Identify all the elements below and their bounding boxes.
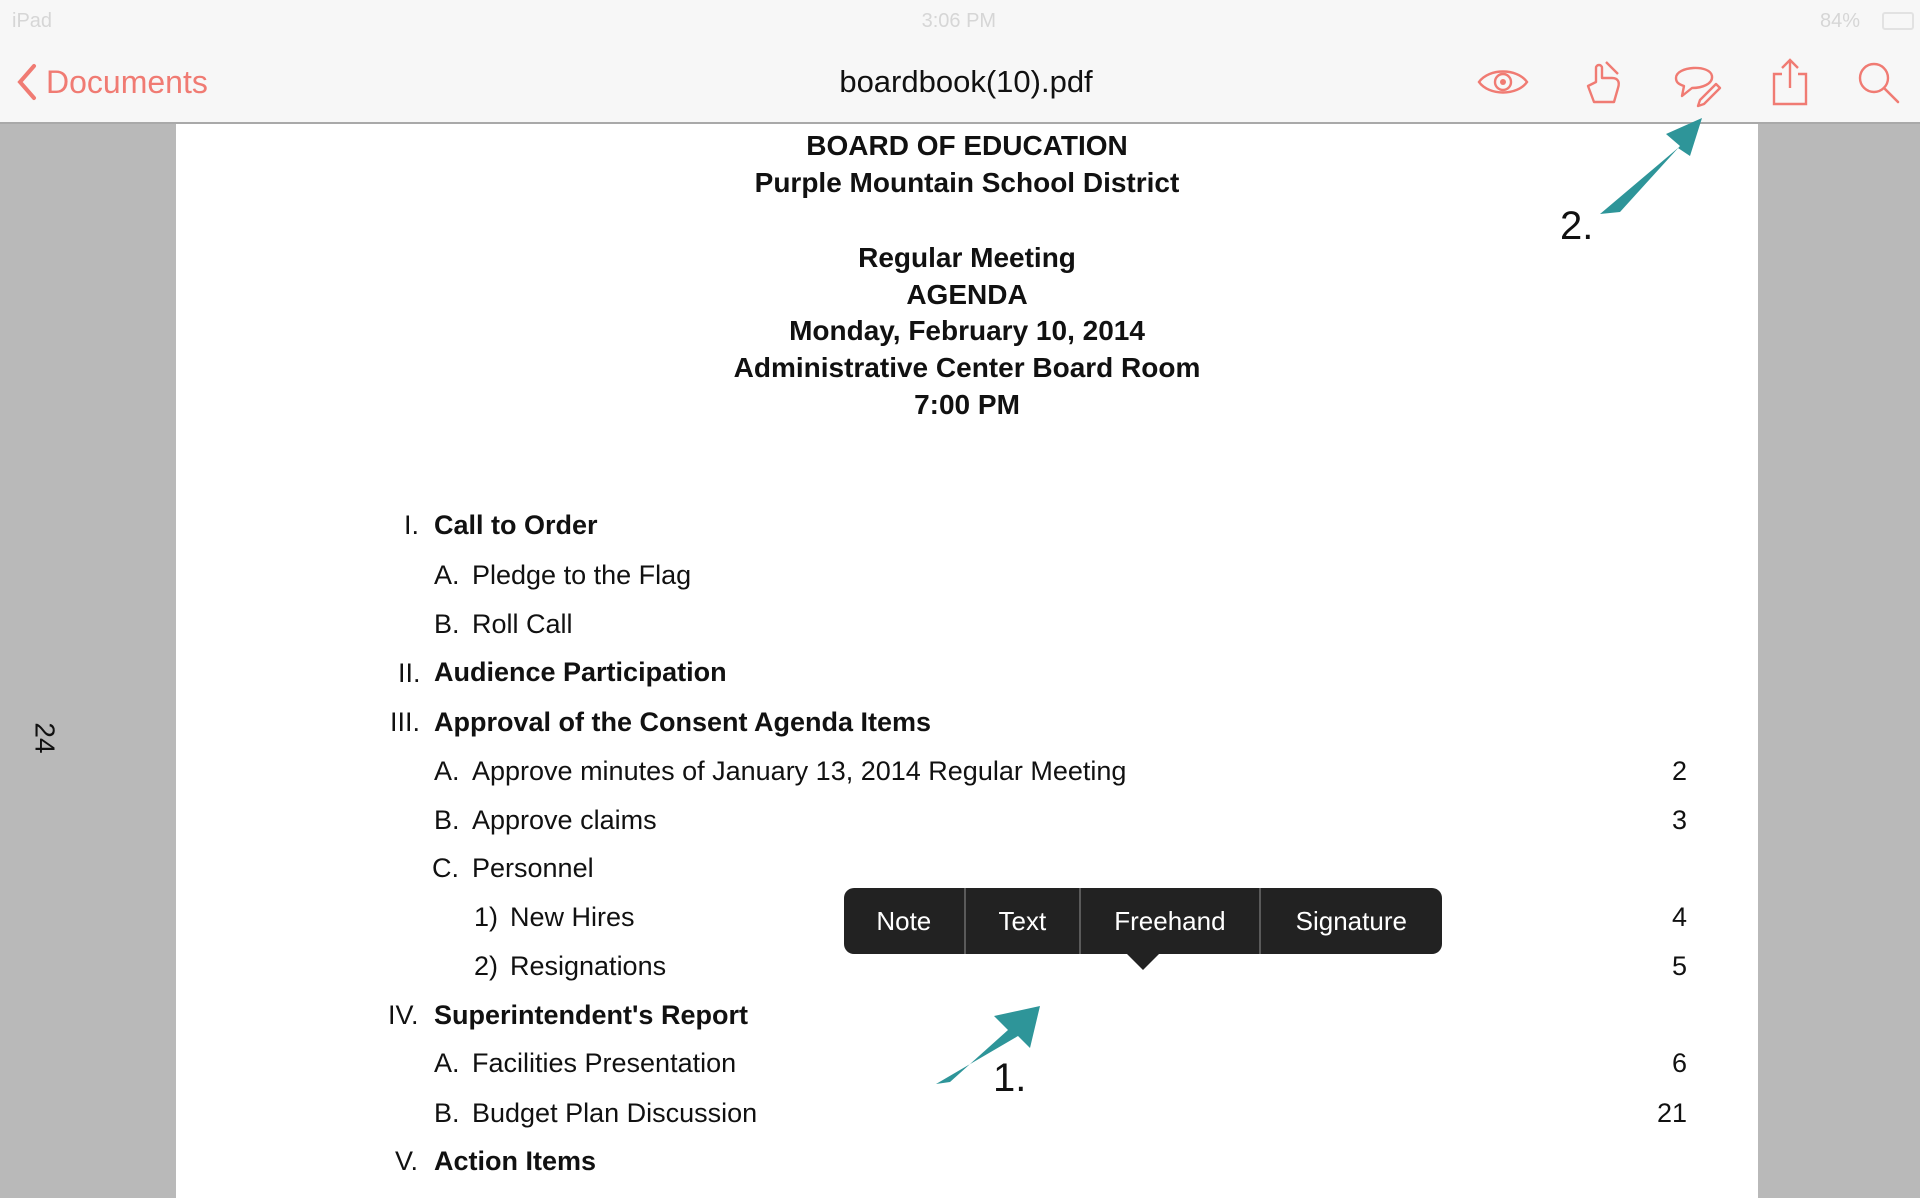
callout-arrows bbox=[936, 118, 1702, 1084]
callout-arrow-2 bbox=[1600, 118, 1702, 214]
callout-label-1: 1. bbox=[993, 1056, 1027, 1100]
callout-label-2: 2. bbox=[1560, 204, 1594, 248]
